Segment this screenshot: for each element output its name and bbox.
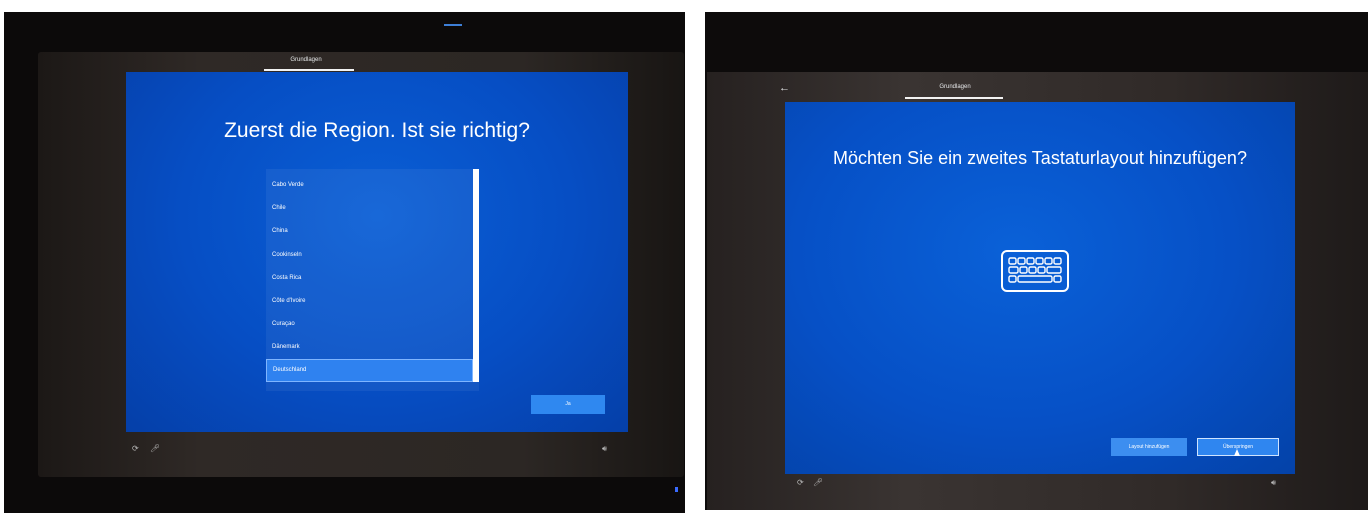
left-monitor-photo: Grundlagen Zuerst die Region. Ist sie ri…: [4, 12, 685, 513]
tab-grundlagen: Grundlagen: [290, 57, 322, 63]
list-item[interactable]: Côte d'Ivoire: [266, 291, 473, 311]
tab-grundlagen: Grundlagen: [939, 84, 971, 90]
monitor-bezel: ← Grundlagen Möchten Sie ein zweites Tas…: [707, 72, 1368, 510]
cropped-heading-fragment: [444, 12, 462, 26]
oobe-taskbar: ⟳ 🎤︎ 🔊︎: [132, 444, 632, 456]
list-item[interactable]: Cabo Verde: [266, 175, 473, 195]
list-item[interactable]: Chile: [266, 198, 473, 218]
keyboard-icon: [1001, 250, 1069, 292]
list-item-selected[interactable]: Deutschland: [266, 359, 473, 382]
volume-icon[interactable]: 🔊︎: [602, 444, 607, 454]
power-led: [675, 487, 678, 492]
mouse-cursor-icon: [1234, 449, 1240, 456]
monitor-bezel: Grundlagen Zuerst die Region. Ist sie ri…: [38, 52, 684, 477]
scrollbar[interactable]: [473, 169, 479, 382]
list-item[interactable]: Dänemark: [266, 337, 473, 357]
oobe-taskbar: ⟳ 🎤︎ 🔊︎: [797, 478, 1297, 490]
list-item[interactable]: Cookinseln: [266, 245, 473, 265]
setup-screen-region: Grundlagen Zuerst die Region. Ist sie ri…: [126, 57, 628, 432]
region-list[interactable]: Cabo Verde Chile China Cookinseln Costa …: [266, 169, 479, 391]
accessibility-icon[interactable]: ⟳: [797, 478, 804, 487]
list-item[interactable]: Costa Rica: [266, 268, 473, 288]
volume-icon[interactable]: 🔊︎: [1271, 478, 1276, 488]
confirm-button[interactable]: Ja: [531, 395, 605, 414]
page-title: Möchten Sie ein zweites Tastaturlayout h…: [833, 148, 1247, 168]
list-item[interactable]: Curaçao: [266, 314, 473, 334]
page-title: Zuerst die Region. Ist sie richtig?: [224, 119, 530, 142]
microphone-icon[interactable]: 🎤︎: [150, 444, 160, 453]
right-monitor-photo: ← Grundlagen Möchten Sie ein zweites Tas…: [705, 12, 1368, 510]
tab-underline: [264, 69, 354, 71]
tab-underline: [905, 97, 1003, 99]
setup-screen-keyboard: ← Grundlagen Möchten Sie ein zweites Tas…: [779, 82, 1295, 474]
back-arrow-icon[interactable]: ←: [779, 82, 790, 94]
list-item[interactable]: China: [266, 221, 473, 241]
add-layout-button[interactable]: Layout hinzufügen: [1111, 438, 1187, 456]
accessibility-icon[interactable]: ⟳: [132, 444, 139, 453]
microphone-icon[interactable]: 🎤︎: [813, 478, 823, 487]
